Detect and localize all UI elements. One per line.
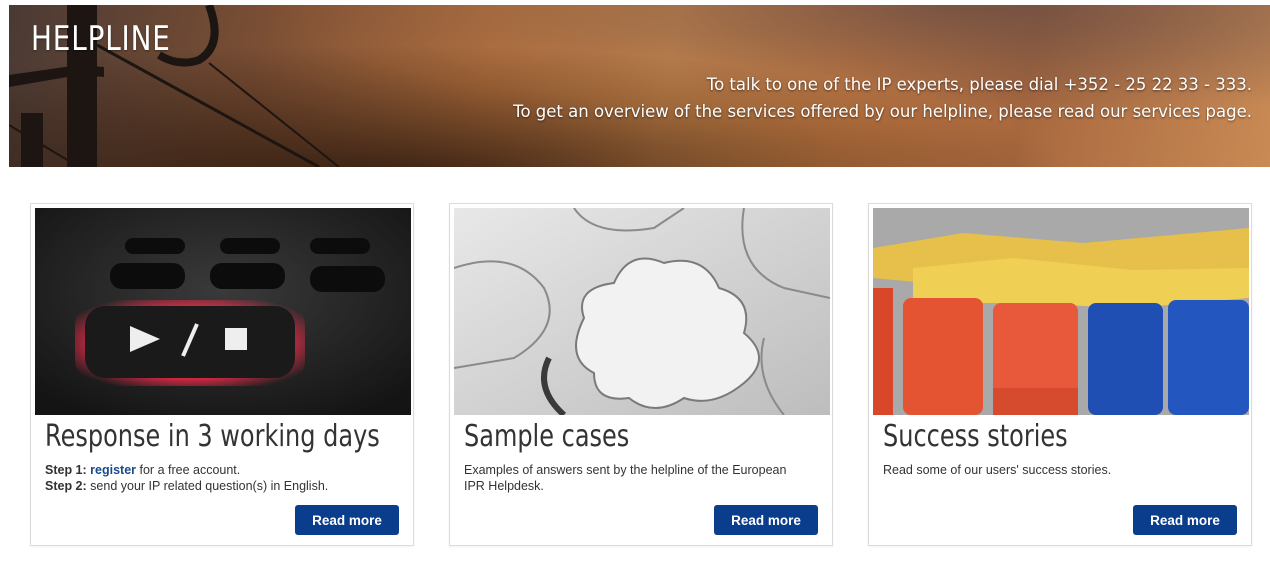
step-1: Step 1: register for a free account.: [45, 462, 385, 478]
step-1-label: Step 1:: [45, 463, 87, 477]
banner-text: To talk to one of the IP experts, please…: [513, 71, 1252, 125]
puzzle-image: [454, 208, 830, 415]
card-description: Examples of answers sent by the helpline…: [464, 463, 787, 493]
read-more-button[interactable]: Read more: [714, 505, 818, 535]
step-1-text: for a free account.: [136, 463, 241, 477]
card-sample-cases: Sample cases Examples of answers sent by…: [449, 203, 833, 546]
card-description: Step 1: register for a free account. Ste…: [45, 462, 385, 494]
read-more-button[interactable]: Read more: [295, 505, 399, 535]
banner-services-line: To get an overview of the services offer…: [513, 102, 1252, 121]
card-title: Response in 3 working days: [45, 419, 380, 454]
card-success-stories: Success stories Read some of our users' …: [868, 203, 1252, 546]
banner-phone-line: To talk to one of the IP experts, please…: [706, 75, 1252, 94]
keypad-image: [35, 208, 411, 415]
helpline-banner: HELPLINE To talk to one of the IP expert…: [9, 5, 1270, 167]
read-more-button[interactable]: Read more: [1133, 505, 1237, 535]
step-2-label: Step 2:: [45, 479, 87, 493]
card-description: Read some of our users' success stories.: [883, 463, 1112, 477]
rubiks-cube-image: [873, 208, 1249, 415]
banner-title: HELPLINE: [31, 19, 171, 59]
step-2-text: send your IP related question(s) in Engl…: [86, 479, 329, 493]
register-link[interactable]: register: [90, 463, 136, 477]
step-2: Step 2: send your IP related question(s)…: [45, 478, 385, 494]
card-title: Sample cases: [464, 419, 630, 454]
card-title: Success stories: [883, 419, 1068, 454]
card-response-time: Response in 3 working days Step 1: regis…: [30, 203, 414, 546]
